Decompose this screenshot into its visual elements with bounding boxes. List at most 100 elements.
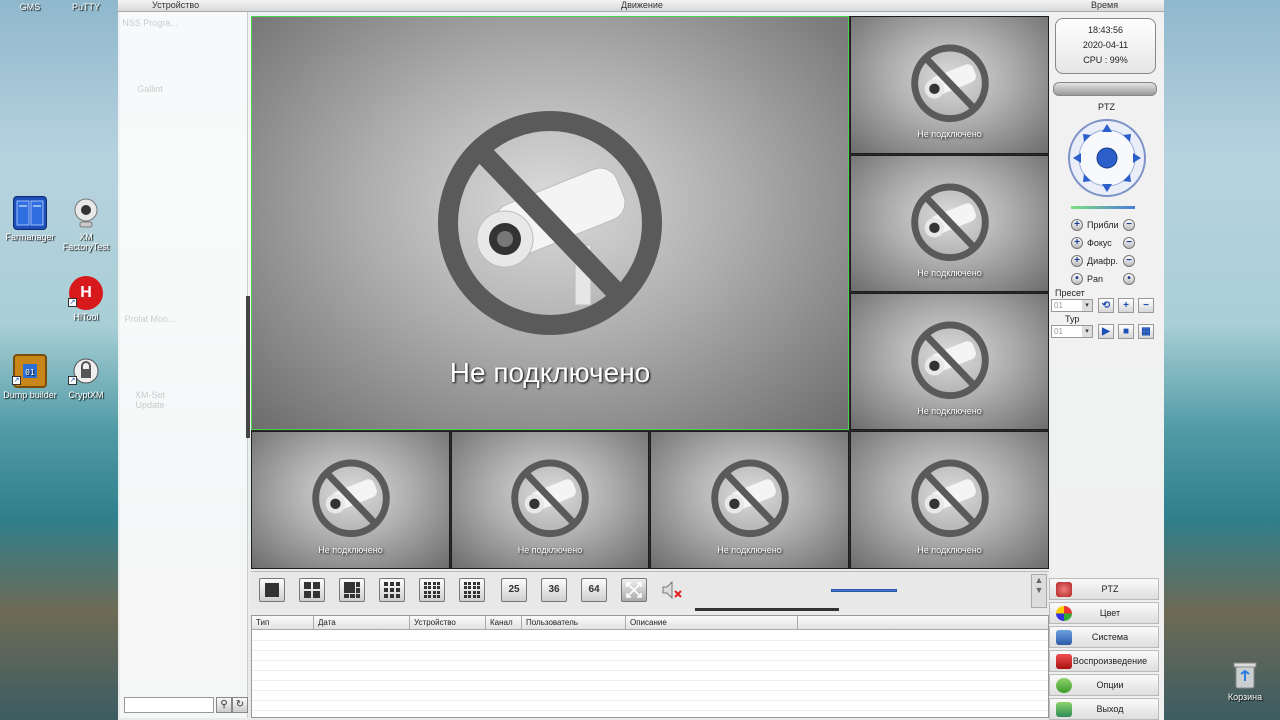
desktop-icon-hitool[interactable]: H ↗ HiTool [56, 276, 116, 322]
layout-25-button[interactable]: 25 [501, 578, 527, 602]
panel-collapse-bar[interactable] [1053, 82, 1157, 96]
no-connection-label: Не подключено [717, 545, 782, 555]
fullscreen-button[interactable] [621, 578, 647, 602]
menu-system[interactable]: Система [1049, 626, 1159, 648]
shortcut-arrow-icon: ↗ [68, 298, 77, 307]
desktop-icon-cryptxm[interactable]: ↗ CryptXM [56, 354, 116, 400]
shortcut-arrow-icon: ↗ [68, 376, 77, 385]
chevron-down-icon: ▾ [1082, 300, 1092, 311]
tour-select[interactable]: 01 ▾ [1051, 325, 1093, 338]
video-cell-bottom-4[interactable]: Не подключено [850, 431, 1049, 569]
preset-label: Пресет [1055, 288, 1085, 298]
search-button[interactable]: ⚲ [216, 697, 232, 713]
no-connection-label: Не подключено [917, 545, 982, 555]
video-cell-main[interactable]: Не подключено [251, 16, 849, 430]
column-header-description[interactable]: Описание [626, 616, 798, 630]
no-connection-label: Не подключено [517, 545, 583, 555]
column-header-type[interactable]: Тип [252, 616, 314, 630]
video-cell-bottom-2[interactable]: Не подключено [451, 431, 649, 569]
ghost-label: Prolat Mon... [124, 314, 176, 324]
pan-stop-button[interactable]: • [1123, 273, 1135, 285]
video-cell-right-2[interactable]: Не подключено [850, 155, 1049, 292]
grid-8-icon [384, 582, 400, 598]
desktop-icon-label: XM FactoryTest [62, 232, 110, 252]
menu-options[interactable]: Опции [1049, 674, 1159, 696]
tour-grid-button[interactable]: ▦ [1138, 324, 1154, 339]
column-time-label: Время [1091, 0, 1119, 10]
speaker-muted-icon [662, 580, 682, 600]
preset-remove-button[interactable]: − [1138, 298, 1154, 313]
desktop-icon-label: PuTTY [71, 2, 100, 12]
tour-play-button[interactable]: ▶ [1098, 324, 1114, 339]
preset-goto-button[interactable]: ⟲ [1098, 298, 1114, 313]
layout-6-button[interactable] [339, 578, 365, 602]
table-row [252, 671, 1048, 681]
desktop-icon-gms[interactable]: GMS [0, 2, 60, 12]
column-header-user[interactable]: Пользователь [522, 616, 626, 630]
grid-4-icon [304, 582, 320, 598]
desktop-icon-farmanager[interactable]: Farmanager [0, 196, 60, 242]
camera-disabled-icon [311, 459, 390, 538]
column-header-channel[interactable]: Канал [486, 616, 522, 630]
desktop-icon-recycle-bin[interactable]: Корзина [1222, 660, 1268, 702]
desktop-icon-xm-factorytest[interactable]: XM FactoryTest [56, 196, 116, 252]
desktop-icon-putty[interactable]: PuTTY [56, 2, 116, 12]
refresh-button[interactable]: ↻ [232, 697, 248, 713]
tour-stop-button[interactable]: ■ [1118, 324, 1134, 339]
zoom-label: Прибли [1087, 220, 1119, 230]
menu-playback[interactable]: Воспроизведение [1049, 650, 1159, 672]
video-cell-bottom-1[interactable]: Не подключено [251, 431, 450, 569]
column-header-date[interactable]: Дата [314, 616, 410, 630]
iris-plus-button[interactable]: + [1071, 255, 1083, 267]
toolbar-scroll[interactable]: ▲ ▼ [1031, 574, 1047, 608]
device-tree-panel[interactable]: NSS Progra... Gallint Prolat Mon... XM-S… [120, 12, 248, 718]
menu-system-label: Система [1091, 632, 1129, 642]
menu-exit[interactable]: Выход [1049, 698, 1159, 720]
preset-select[interactable]: 01 ▾ [1051, 299, 1093, 312]
no-connection-label: Не подключено [449, 357, 651, 388]
layout-1-button[interactable] [259, 578, 285, 602]
event-log-header: Тип Дата Устройство Канал Пользователь О… [252, 616, 1048, 630]
layout-4-button[interactable] [299, 578, 325, 602]
layout-16-button[interactable] [459, 578, 485, 602]
ptz-direction-pad[interactable] [1067, 118, 1147, 198]
layout-64-button[interactable]: 64 [581, 578, 607, 602]
layout-8-button[interactable] [379, 578, 405, 602]
video-cell-right-1[interactable]: Не подключено [850, 16, 1049, 154]
column-header-device[interactable]: Устройство [410, 616, 486, 630]
zoom-in-button[interactable]: + [1071, 219, 1083, 231]
no-connection-label: Не подключено [917, 406, 982, 416]
pan-label: Pan [1087, 274, 1104, 284]
iris-minus-button[interactable]: − [1123, 255, 1135, 267]
menu-color[interactable]: Цвет [1049, 602, 1159, 624]
chevron-down-icon: ▾ [1082, 326, 1092, 337]
volume-slider[interactable] [831, 589, 897, 592]
focus-minus-button[interactable]: − [1123, 237, 1135, 249]
device-search-input[interactable] [124, 697, 214, 713]
video-cell-right-3[interactable]: Не подключено [850, 293, 1049, 430]
panel-splitter-handle[interactable] [246, 296, 250, 438]
pan-start-button[interactable]: • [1071, 273, 1083, 285]
ghost-label: Gallint [137, 84, 163, 94]
grid-6-icon [344, 582, 360, 598]
focus-plus-button[interactable]: + [1071, 237, 1083, 249]
tour-value: 01 [1054, 327, 1063, 336]
zoom-out-button[interactable]: − [1123, 219, 1135, 231]
camera-disabled-icon [910, 183, 989, 262]
layout-9-button[interactable] [419, 578, 445, 602]
grid-16-icon [464, 582, 480, 598]
layout-36-button[interactable]: 36 [541, 578, 567, 602]
menu-ptz[interactable]: PTZ [1049, 578, 1159, 600]
webcam-icon [69, 196, 103, 230]
table-row [252, 701, 1048, 711]
menu-playback-label: Воспроизведение [1072, 656, 1148, 666]
desktop-icon-dump-builder[interactable]: 01 ↗ Dump builder [0, 354, 60, 400]
event-log-table[interactable]: Тип Дата Устройство Канал Пользователь О… [251, 615, 1049, 718]
video-cell-bottom-3[interactable]: Не подключено [650, 431, 849, 569]
mute-button[interactable] [661, 579, 685, 601]
iris-label: Диафр. [1087, 256, 1119, 266]
ptz-speed-slider[interactable] [1071, 206, 1135, 209]
svg-text:01: 01 [25, 368, 35, 377]
preset-add-button[interactable]: + [1118, 298, 1134, 313]
desktop-icon-label: CryptXM [68, 390, 104, 400]
